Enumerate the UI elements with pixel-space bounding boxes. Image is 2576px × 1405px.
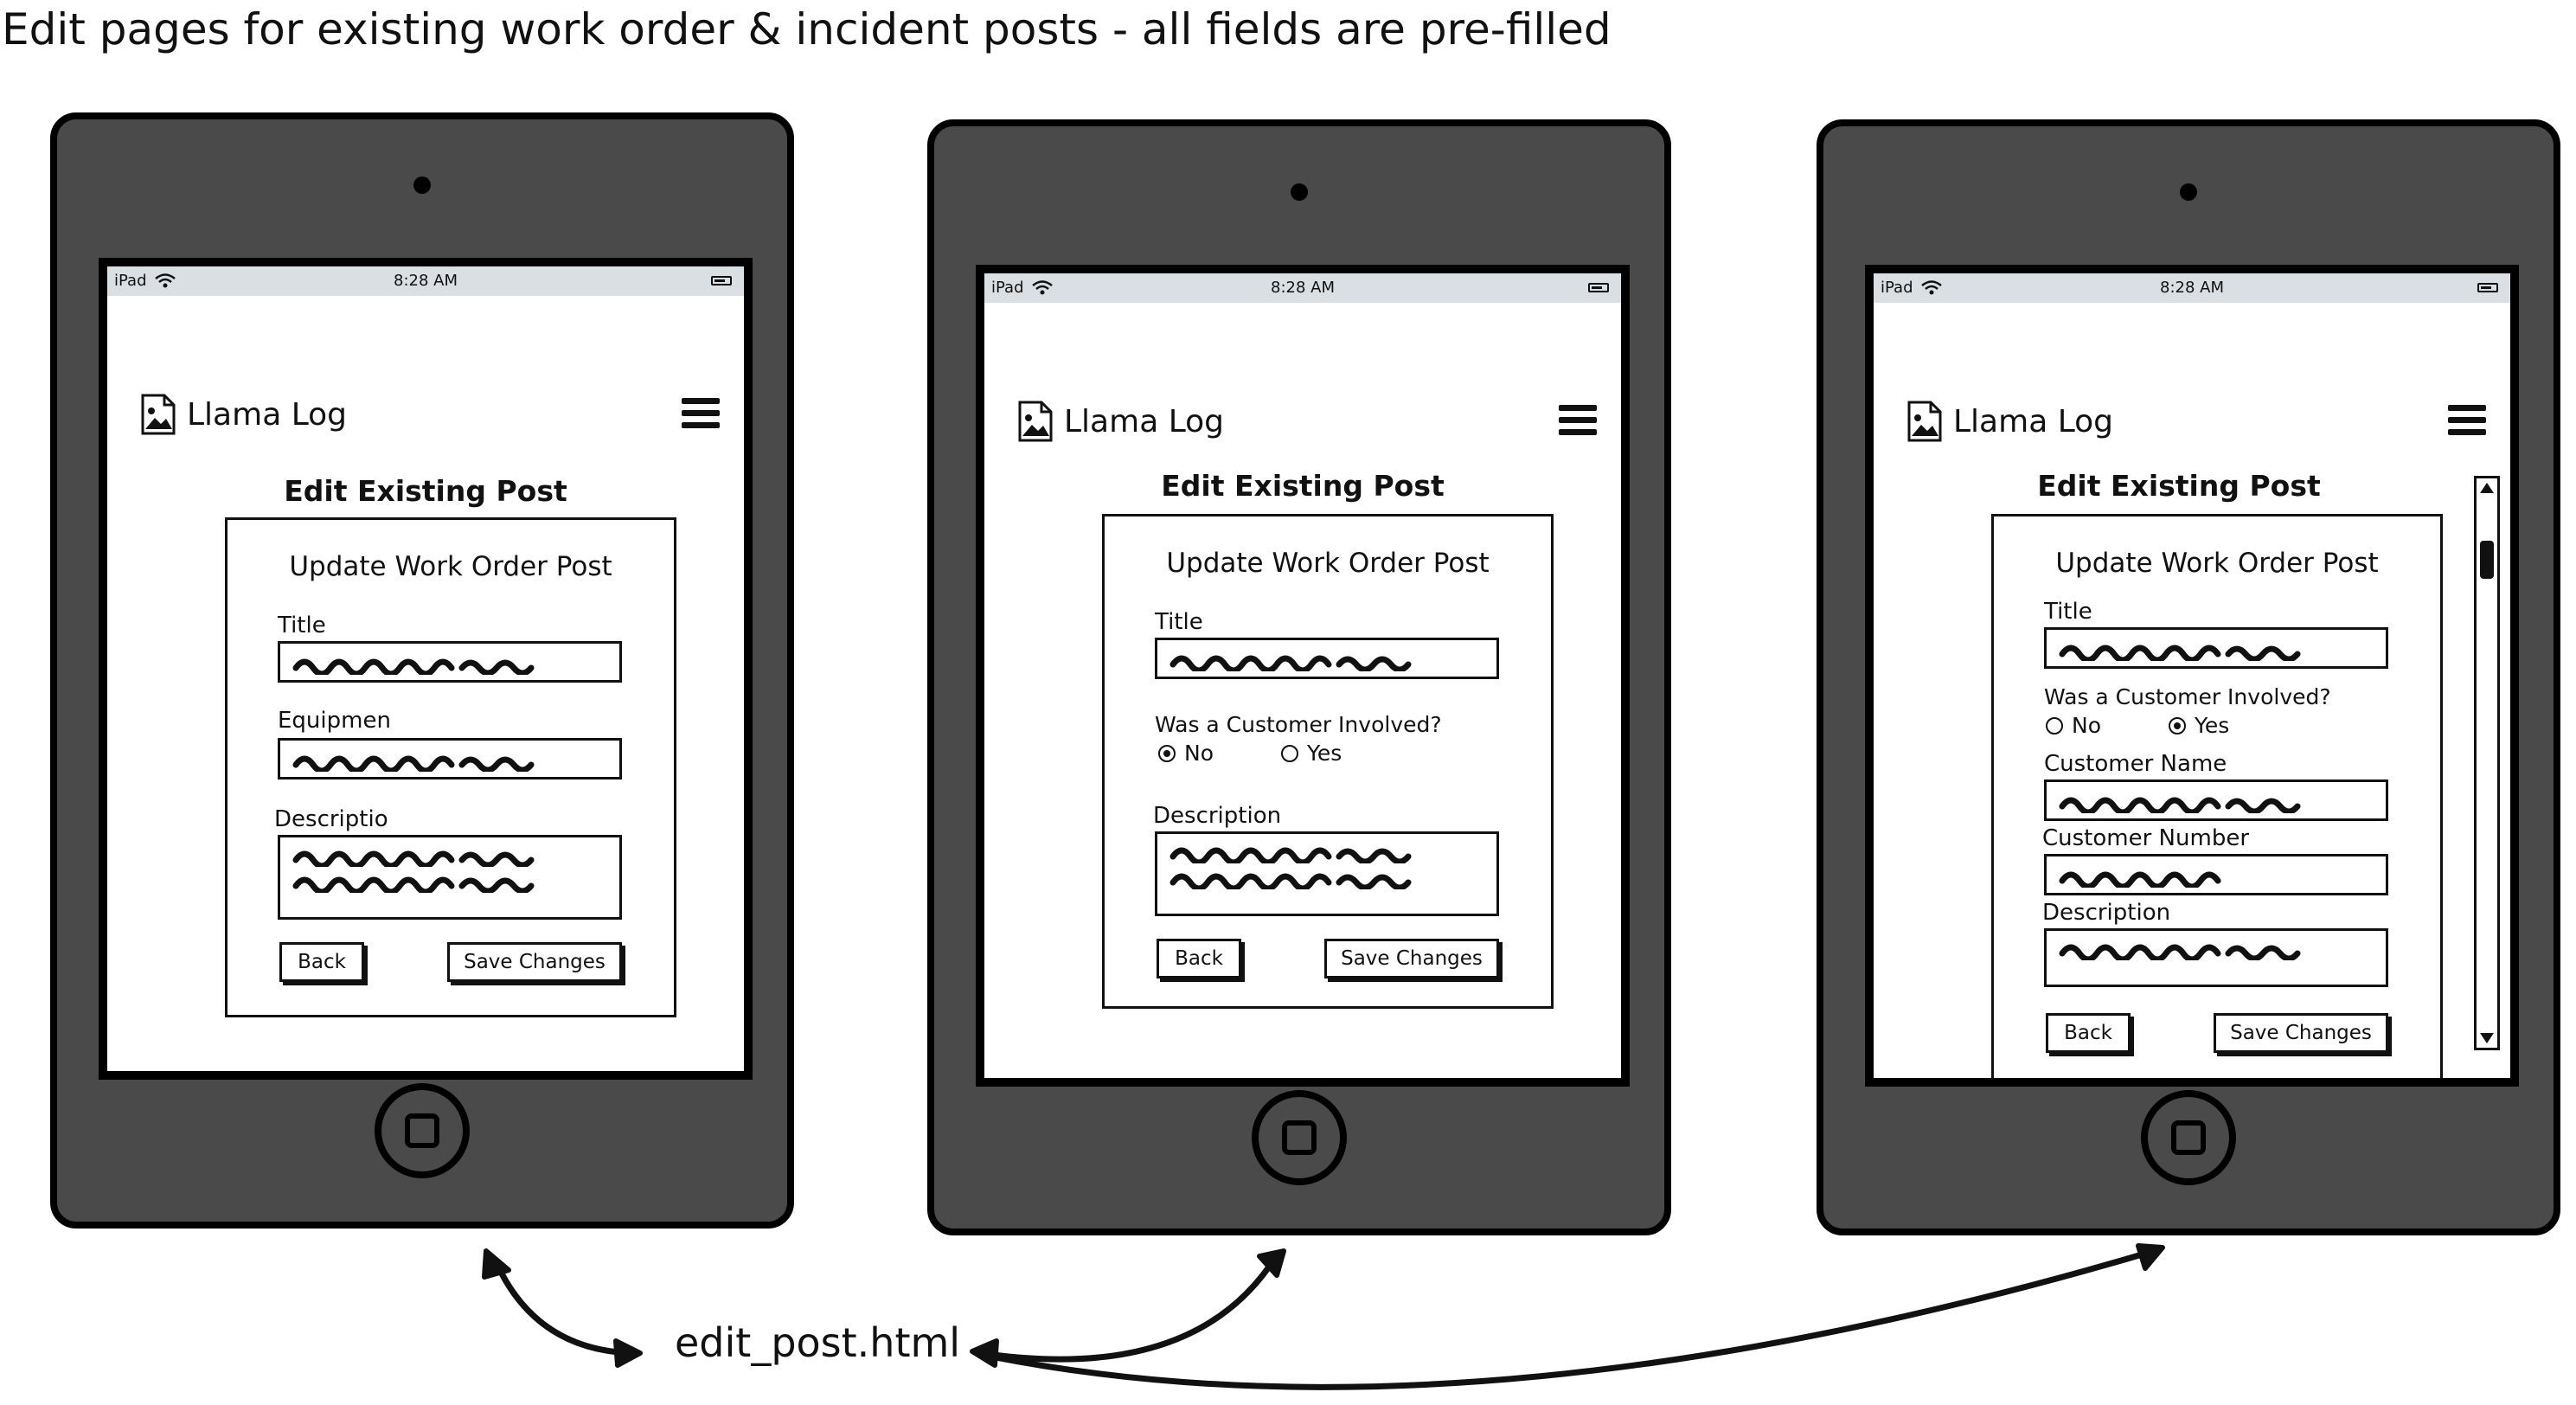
curved-arrow-icon [977, 1254, 1278, 1363]
curved-arrow-icon [493, 1260, 635, 1357]
curved-arrow-icon [979, 1248, 2157, 1390]
flow-arrows [482, 1243, 2165, 1390]
